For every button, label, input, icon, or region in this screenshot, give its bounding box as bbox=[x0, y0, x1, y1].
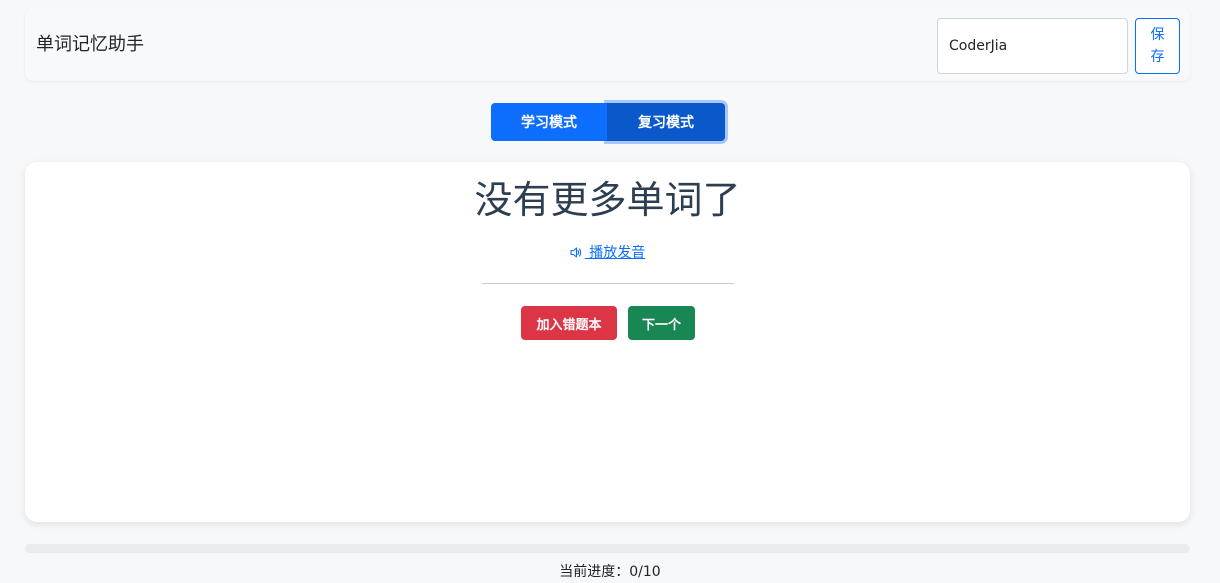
card-actions: 加入错题本 下一个 bbox=[521, 306, 695, 340]
learn-mode-button[interactable]: 学习模式 bbox=[491, 103, 607, 141]
word-card: 没有更多单词了 播放发音 加入错题本 下一个 bbox=[25, 162, 1190, 522]
mode-toggle-group: 学习模式 复习模式 bbox=[491, 103, 725, 141]
header-bar: 单词记忆助手 保存 bbox=[25, 8, 1190, 81]
username-input[interactable] bbox=[937, 18, 1128, 74]
play-pronunciation-link[interactable]: 播放发音 bbox=[25, 242, 1190, 262]
progress-text: 当前进度：0/10 bbox=[0, 562, 1220, 582]
add-to-wrong-book-button[interactable]: 加入错题本 bbox=[521, 306, 617, 340]
play-pronunciation-label: 播放发音 bbox=[584, 245, 646, 261]
word-display: 没有更多单词了 bbox=[474, 178, 741, 222]
app-title: 单词记忆助手 bbox=[36, 34, 144, 55]
progress-value: 0/10 bbox=[629, 564, 661, 580]
speaker-icon bbox=[570, 246, 582, 262]
divider bbox=[482, 283, 734, 284]
next-word-button[interactable]: 下一个 bbox=[628, 306, 695, 340]
progress-label: 当前进度： bbox=[559, 564, 630, 580]
progress-bar bbox=[25, 544, 1190, 553]
save-button[interactable]: 保存 bbox=[1135, 18, 1180, 74]
review-mode-button[interactable]: 复习模式 bbox=[607, 103, 725, 141]
